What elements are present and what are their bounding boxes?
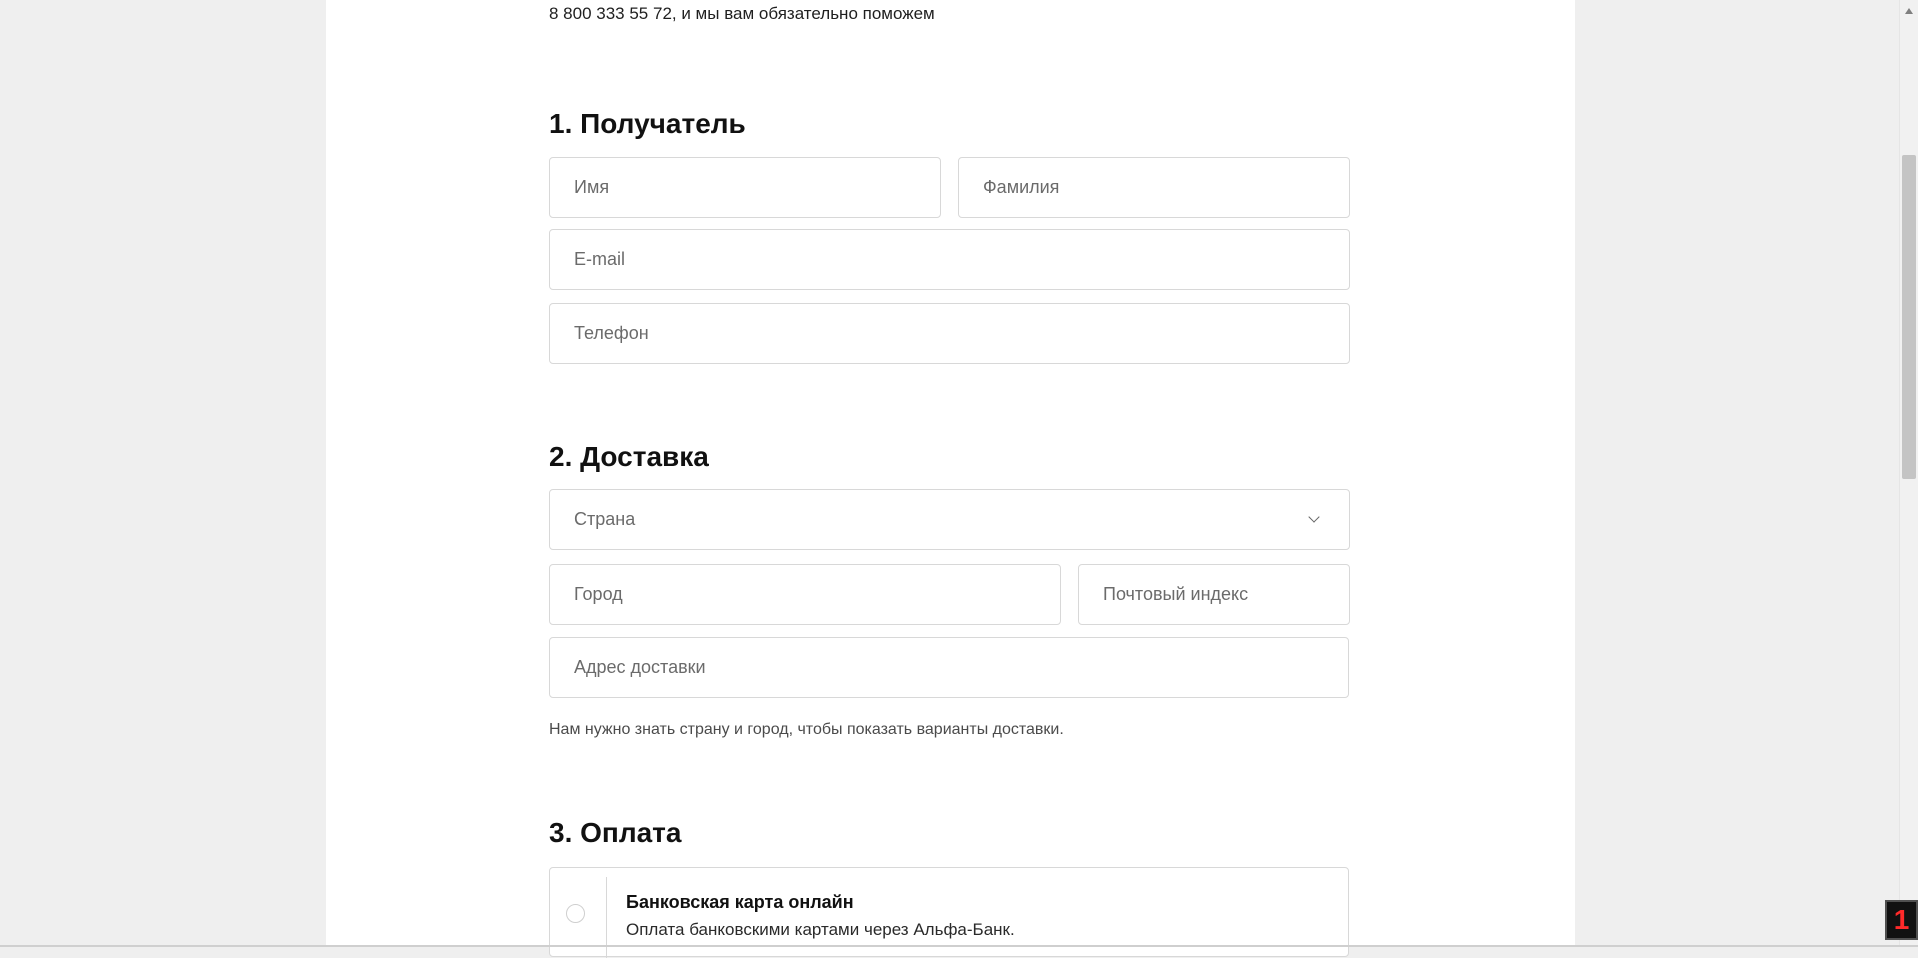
last-name-input[interactable]	[958, 157, 1350, 218]
scrollbar-thumb[interactable]	[1902, 155, 1916, 479]
delivery-section-title: 2. Доставка	[549, 441, 709, 472]
delivery-hint-text: Нам нужно знать страну и город, чтобы по…	[549, 721, 1064, 738]
payment-option-title: Банковская карта онлайн	[626, 892, 854, 912]
bank-card-payment-option[interactable]: Банковская карта онлайн Оплата банковски…	[549, 867, 1349, 958]
payment-section-title: 3. Оплата	[549, 817, 682, 848]
vertical-scrollbar[interactable]	[1899, 0, 1918, 947]
email-input[interactable]	[549, 229, 1350, 290]
scroll-up-arrow-icon[interactable]	[1905, 8, 1913, 14]
checkout-page: 8 800 333 55 72, и мы вам обязательно по…	[326, 0, 1575, 958]
status-badge: 1	[1885, 900, 1918, 940]
recipient-section-title: 1. Получатель	[549, 108, 746, 139]
delivery-address-input[interactable]	[549, 637, 1349, 698]
chevron-down-icon	[1309, 513, 1319, 523]
city-input[interactable]	[549, 564, 1061, 625]
country-select[interactable]: Страна	[549, 489, 1350, 550]
payment-option-description: Оплата банковскими картами через Альфа-Б…	[626, 920, 1015, 939]
first-name-input[interactable]	[549, 157, 941, 218]
postal-code-input[interactable]	[1078, 564, 1350, 625]
country-select-placeholder: Страна	[574, 509, 636, 529]
payment-radio[interactable]	[566, 904, 585, 923]
phone-input[interactable]	[549, 303, 1350, 364]
support-phone-text: 8 800 333 55 72, и мы вам обязательно по…	[549, 4, 935, 23]
